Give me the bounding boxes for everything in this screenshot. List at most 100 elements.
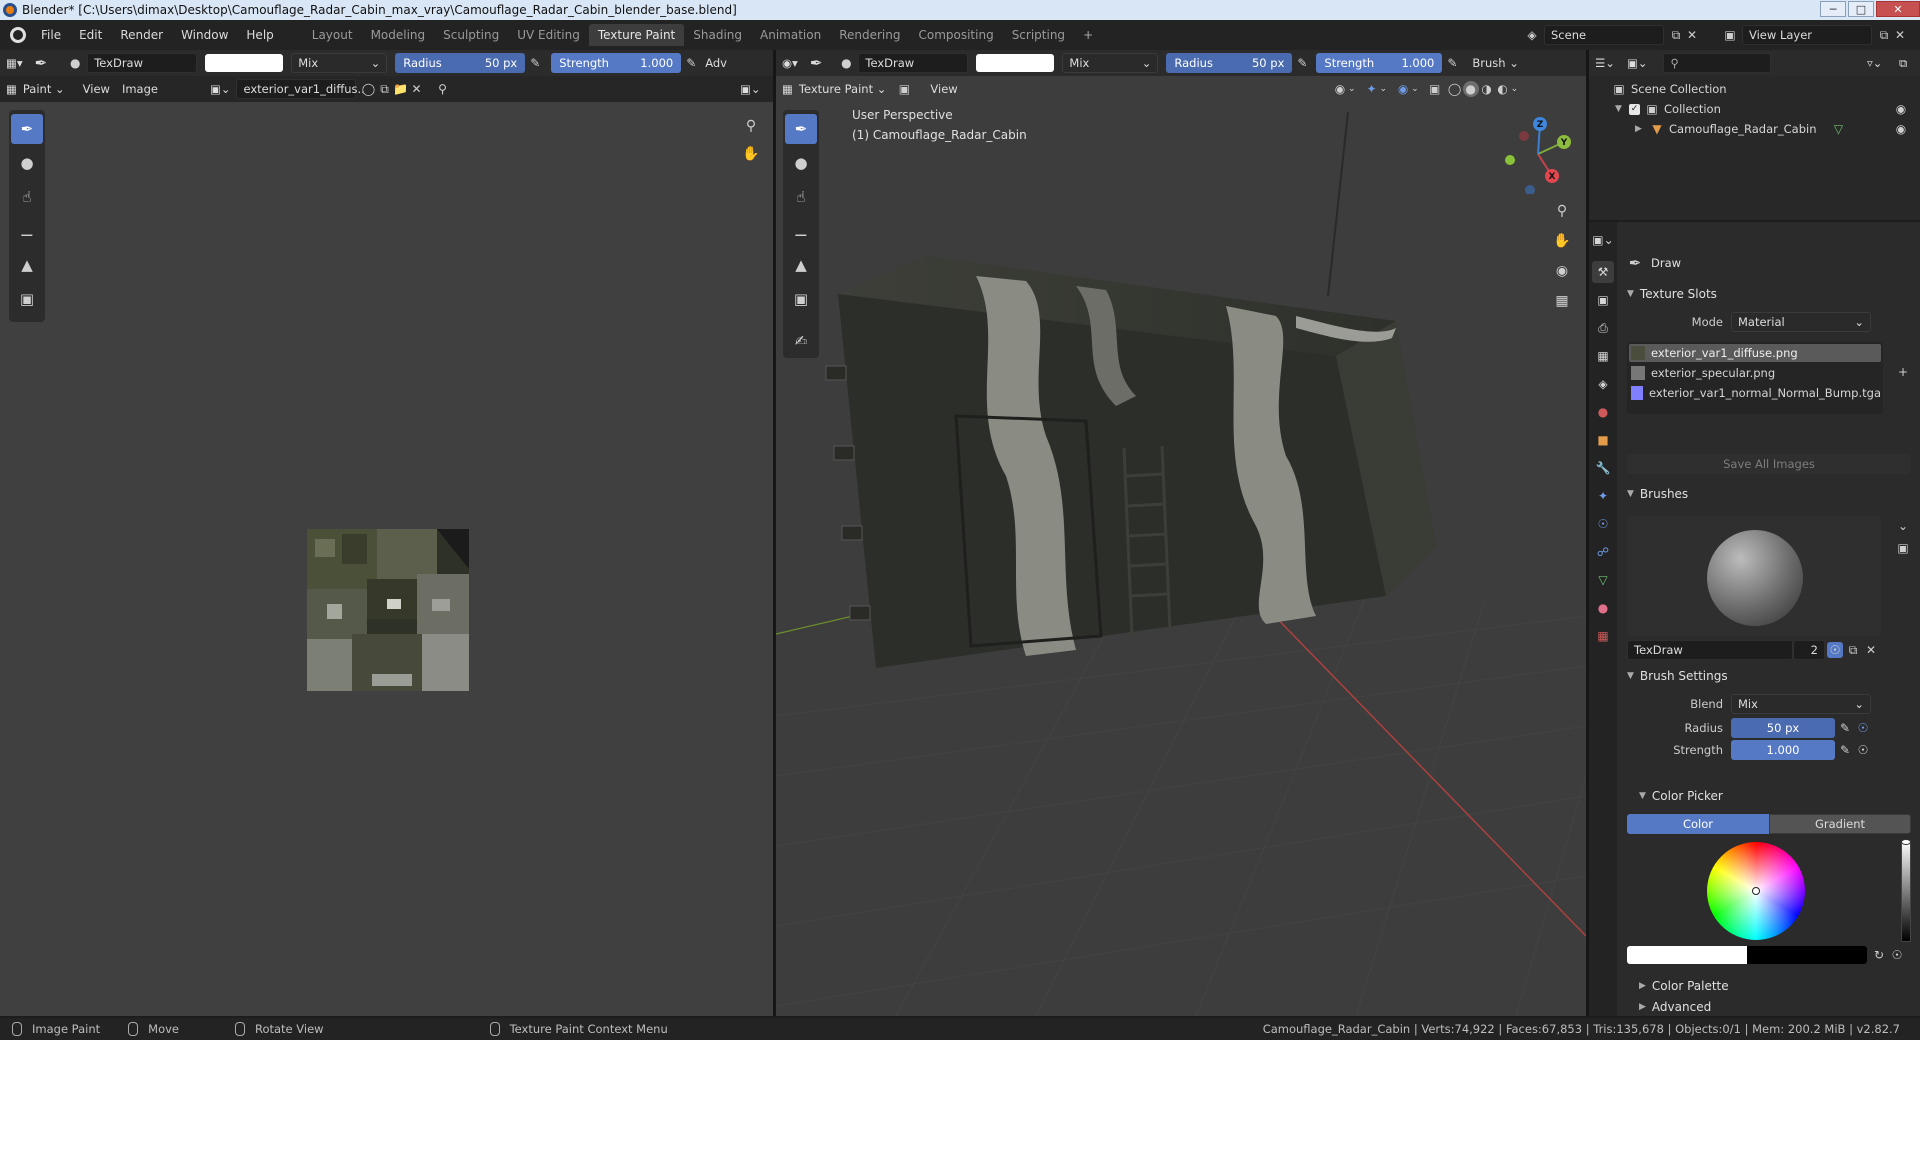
paint-mode-dropdown[interactable]: Paint ⌄ xyxy=(23,79,71,99)
unlink-brush-icon[interactable]: ✕ xyxy=(1863,642,1879,658)
image-menu[interactable]: Image xyxy=(116,79,164,99)
particles-tab-icon[interactable]: ✦ xyxy=(1592,485,1614,507)
viewport-view-menu[interactable]: View xyxy=(924,79,963,99)
camera-view-icon[interactable]: ◉ xyxy=(1550,256,1574,286)
tab-modeling[interactable]: Modeling xyxy=(362,24,435,46)
brushes-panel-header[interactable]: ▼ Brushes xyxy=(1619,482,1920,506)
viewport-radius-pressure-icon[interactable]: ✎ xyxy=(1294,55,1310,71)
scene-tab-icon[interactable]: ◈ xyxy=(1592,373,1614,395)
viewport-clone-tool-icon[interactable]: ⚊ xyxy=(785,216,817,246)
color-picker-panel-header[interactable]: ▼ Color Picker xyxy=(1631,784,1920,808)
annotate-tool-icon[interactable]: ✍ xyxy=(785,326,817,356)
viewport-brush-name-field[interactable]: TexDraw xyxy=(858,53,969,73)
color-wheel-cursor[interactable] xyxy=(1752,887,1760,895)
soften-tool-icon[interactable]: ● xyxy=(11,148,43,178)
image-canvas[interactable] xyxy=(0,102,773,1016)
visibility-icon[interactable]: ◉ xyxy=(1332,81,1348,97)
menu-render[interactable]: Render xyxy=(111,28,172,42)
outliner-row-scene-collection[interactable]: ▣ Scene Collection xyxy=(1611,80,1726,98)
outliner-row-collection[interactable]: ▼ ✓ ▣ Collection ◉ xyxy=(1615,100,1915,118)
brush-preview[interactable] xyxy=(1627,516,1881,636)
smear-tool-icon[interactable]: ☝ xyxy=(11,182,43,212)
scene-icon[interactable]: ◈ xyxy=(1524,27,1540,43)
value-slider[interactable] xyxy=(1901,839,1911,942)
output-tab-icon[interactable]: ⎙ xyxy=(1592,317,1614,339)
properties-editor-type-icon[interactable]: ▣⌄ xyxy=(1592,229,1614,251)
brush-strength-pressure-icon[interactable]: ✎ xyxy=(1837,742,1853,758)
modifier-tab-icon[interactable]: 🔧 xyxy=(1592,457,1614,479)
mask-mode-icon[interactable]: ▣ xyxy=(896,81,912,97)
color-unified-icon[interactable]: ☉ xyxy=(1889,947,1905,963)
brush-settings-panel-header[interactable]: ▼ Brush Settings xyxy=(1619,664,1920,688)
view-menu[interactable]: View xyxy=(77,79,116,99)
tab-texture-paint[interactable]: Texture Paint xyxy=(588,24,685,46)
radius-slider[interactable]: Radius 50 px xyxy=(395,53,526,73)
brush-users-count[interactable]: 2 xyxy=(1793,640,1825,660)
wireframe-shading-icon[interactable]: ◯ xyxy=(1447,81,1463,97)
xray-icon[interactable]: ▣ xyxy=(1427,81,1443,97)
texture-tab-icon[interactable]: ▦ xyxy=(1592,625,1614,647)
texture-paint-mode-dropdown[interactable]: Texture Paint ⌄ xyxy=(799,79,893,99)
physics-tab-icon[interactable]: ☉ xyxy=(1592,513,1614,535)
save-all-images-button[interactable]: Save All Images xyxy=(1627,454,1911,474)
viewport-strength-pressure-icon[interactable]: ✎ xyxy=(1444,55,1460,71)
scene-field[interactable]: Scene xyxy=(1544,25,1664,45)
menu-window[interactable]: Window xyxy=(172,28,237,42)
menu-edit[interactable]: Edit xyxy=(70,28,111,42)
minimize-button[interactable]: ─ xyxy=(1820,1,1846,17)
new-collection-icon[interactable]: ⧉ xyxy=(1893,53,1913,73)
draw-tool-icon[interactable]: ✒ xyxy=(11,114,43,144)
brush-color-swatch[interactable] xyxy=(205,54,284,72)
object-tab-icon[interactable]: ■ xyxy=(1592,429,1614,451)
viewport-pan-icon[interactable]: ✋ xyxy=(1550,226,1574,256)
tool-tab-icon[interactable]: ⚒ xyxy=(1592,261,1614,283)
blend-dropdown[interactable]: Mix ⌄ xyxy=(291,53,388,73)
radius-pressure-icon[interactable]: ✎ xyxy=(527,55,543,71)
fake-user-icon[interactable]: ◯ xyxy=(360,81,376,97)
clone-tool-icon[interactable]: ⚊ xyxy=(11,216,43,246)
close-window-button[interactable]: ✕ xyxy=(1876,1,1920,17)
outliner-display-mode-icon[interactable]: ▣⌄ xyxy=(1621,53,1654,73)
outliner-editor-type-icon[interactable]: ☰⌄ xyxy=(1589,53,1621,73)
delete-view-layer-icon[interactable]: ✕ xyxy=(1892,27,1908,43)
strength-slider[interactable]: Strength 1.000 xyxy=(551,53,682,73)
tab-scripting[interactable]: Scripting xyxy=(1003,24,1074,46)
menu-file[interactable]: File xyxy=(32,28,70,42)
brush-blend-dropdown[interactable]: Mix ⌄ xyxy=(1731,694,1871,714)
viewport-strength-slider[interactable]: Strength 1.000 xyxy=(1316,53,1443,73)
material-tab-icon[interactable]: ● xyxy=(1592,597,1614,619)
viewport-scene[interactable] xyxy=(776,76,1586,1016)
brush-strength-unified-icon[interactable]: ☉ xyxy=(1855,742,1871,758)
viewport-brush-icon[interactable]: ✒ xyxy=(804,53,829,73)
image-name-field[interactable]: exterior_var1_diffus.. xyxy=(236,79,365,99)
swap-colors-icon[interactable]: ↻ xyxy=(1871,947,1887,963)
tab-layout[interactable]: Layout xyxy=(303,24,362,46)
gradient-tab[interactable]: Gradient xyxy=(1769,814,1911,834)
constraints-tab-icon[interactable]: ☍ xyxy=(1592,541,1614,563)
maximize-button[interactable]: □ xyxy=(1848,1,1874,17)
ortho-toggle-icon[interactable]: ▦ xyxy=(1550,286,1574,316)
texture-slot-item[interactable]: exterior_specular.png xyxy=(1629,364,1881,382)
outliner-search-input[interactable]: ⚲ xyxy=(1663,53,1772,73)
view-layer-field[interactable]: View Layer xyxy=(1742,25,1872,45)
mesh-data-icon[interactable]: ▽ xyxy=(1831,121,1847,137)
unlink-image-icon[interactable]: ✕ xyxy=(408,81,424,97)
tab-sculpting[interactable]: Sculpting xyxy=(434,24,508,46)
texture-slot-item[interactable]: exterior_var1_diffuse.png xyxy=(1629,344,1881,362)
object-visibility-icon[interactable]: ◉ xyxy=(1893,121,1909,137)
primary-secondary-colors[interactable] xyxy=(1627,946,1867,964)
delete-scene-icon[interactable]: ✕ xyxy=(1684,27,1700,43)
tab-uv-editing[interactable]: UV Editing xyxy=(508,24,589,46)
viewport-smear-tool-icon[interactable]: ☝ xyxy=(785,182,817,212)
solid-shading-icon[interactable]: ● xyxy=(1462,81,1479,97)
texture-mode-dropdown[interactable]: Material ⌄ xyxy=(1731,312,1871,332)
display-channels-icon[interactable]: ▣⌄ xyxy=(734,79,767,99)
brush-menu[interactable]: Brush ⌄ xyxy=(1466,53,1524,73)
texture-slot-item[interactable]: exterior_var1_normal_Normal_Bump.tga xyxy=(1629,384,1881,402)
fill-tool-icon[interactable]: ▲ xyxy=(11,250,43,280)
gizmo-toggle-icon[interactable]: ✦ xyxy=(1364,81,1380,97)
add-workspace-button[interactable]: + xyxy=(1074,24,1102,46)
duplicate-brush-icon[interactable]: ⧉ xyxy=(1845,642,1861,658)
brush-strength-slider[interactable]: 1.000 xyxy=(1731,740,1835,760)
viewport-radius-slider[interactable]: Radius 50 px xyxy=(1166,53,1293,73)
